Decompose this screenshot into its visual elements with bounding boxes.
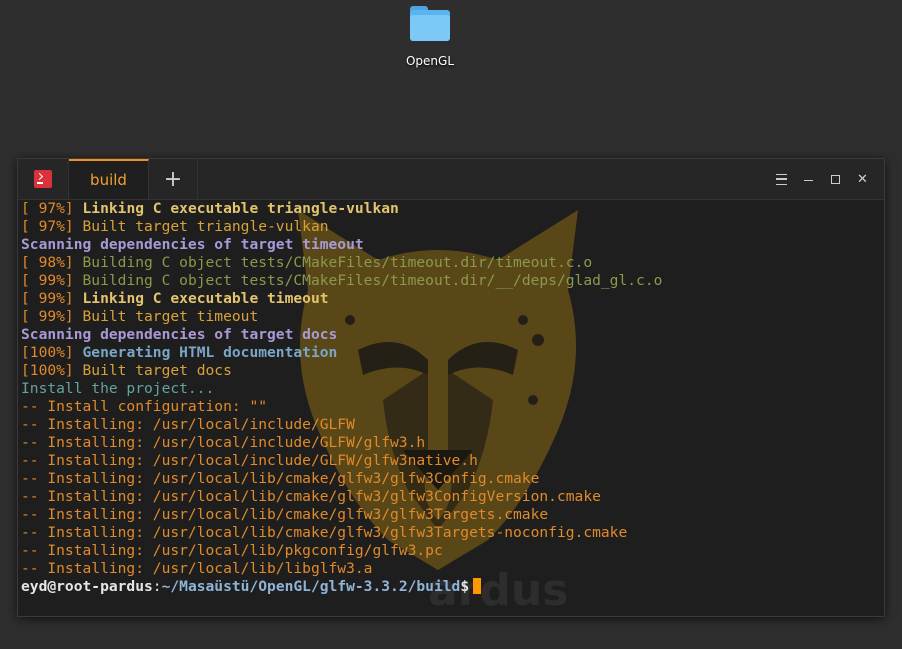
minimize-icon [804,179,813,182]
line-text: -- Installing: /usr/local/include/GLFW/g… [21,452,478,469]
progress-prefix: [ 99%] [21,290,83,307]
terminal-line: -- Installing: /usr/local/lib/cmake/glfw… [21,524,884,542]
line-text: -- Installing: /usr/local/lib/cmake/glfw… [21,488,601,505]
desktop-folder-opengl[interactable]: OpenGL [398,4,462,68]
add-tab-icon: + [163,166,183,192]
line-text: -- Installing: /usr/local/lib/cmake/glfw… [21,524,628,541]
terminal-line: -- Installing: /usr/local/lib/libglfw3.a [21,560,884,578]
prompt-line[interactable]: eyd@root-pardus:~/Masaüstü/OpenGL/glfw-3… [21,578,884,596]
terminal-line: [ 97%] Linking C executable triangle-vul… [21,200,884,218]
terminal-line: [ 99%] Built target timeout [21,308,884,326]
line-text: -- Installing: /usr/local/include/GLFW [21,416,355,433]
close-button[interactable]: ✕ [849,159,876,199]
terminal-line: -- Installing: /usr/local/lib/cmake/glfw… [21,470,884,488]
line-text: Linking C executable triangle-vulkan [82,200,399,217]
terminal-line: [ 97%] Built target triangle-vulkan [21,218,884,236]
minimize-button[interactable] [795,159,822,199]
progress-prefix: [ 97%] [21,218,83,235]
line-text: Scanning dependencies of target timeout [21,236,364,253]
line-text: Building C object tests/CMakeFiles/timeo… [82,272,663,289]
line-text: Built target timeout [82,308,259,325]
terminal-line: [100%] Built target docs [21,362,884,380]
terminal-line: -- Installing: /usr/local/include/GLFW/g… [21,452,884,470]
line-text: Building C object tests/CMakeFiles/timeo… [82,254,593,271]
add-tab-button[interactable]: + [149,159,198,199]
terminal-line: -- Install configuration: "" [21,398,884,416]
line-text: Scanning dependencies of target docs [21,326,338,343]
menu-icon [776,173,787,185]
prompt-separator: : [152,578,162,595]
progress-prefix: [ 97%] [21,200,83,217]
close-icon: ✕ [857,171,868,187]
terminal-line: [ 99%] Building C object tests/CMakeFile… [21,272,884,290]
line-text: -- Installing: /usr/local/lib/libglfw3.a [21,560,373,577]
progress-prefix: [ 99%] [21,272,83,289]
terminal-line: -- Installing: /usr/local/lib/pkgconfig/… [21,542,884,560]
menu-button[interactable] [768,159,795,199]
line-text: -- Installing: /usr/local/lib/cmake/glfw… [21,470,540,487]
line-text: Generating HTML documentation [82,344,338,361]
terminal-line: [100%] Generating HTML documentation [21,344,884,362]
terminal-line: -- Installing: /usr/local/include/GLFW/g… [21,434,884,452]
maximize-icon [831,174,840,184]
terminal-output: [ 97%] Linking C executable triangle-vul… [21,200,884,596]
terminal-app-button[interactable] [18,159,69,199]
title-bar: build + ✕ [18,159,884,200]
progress-prefix: [100%] [21,362,83,379]
progress-prefix: [ 98%] [21,254,83,271]
terminal-line: [ 99%] Linking C executable timeout [21,290,884,308]
progress-prefix: [100%] [21,344,83,361]
progress-prefix: [ 99%] [21,308,83,325]
terminal-line: Scanning dependencies of target docs [21,326,884,344]
line-text: Install the project... [21,380,215,397]
terminal-output-area[interactable]: ardus [ 97%] Linking C executable triang… [18,200,884,616]
prompt-symbol: $ [460,578,470,595]
terminal-app-icon [34,170,52,188]
line-text: -- Installing: /usr/local/include/GLFW/g… [21,434,426,451]
terminal-window: build + ✕ ardus [97%] Linking C executa… [17,158,885,617]
terminal-line: -- Installing: /usr/local/include/GLFW [21,416,884,434]
text-cursor [473,578,482,594]
terminal-line: -- Installing: /usr/local/lib/cmake/glfw… [21,488,884,506]
line-text: -- Installing: /usr/local/lib/cmake/glfw… [21,506,549,523]
line-text: Built target triangle-vulkan [82,218,329,235]
line-text: -- Install configuration: "" [21,398,268,415]
tab-build[interactable]: build [69,159,149,199]
prompt-user-host: eyd@root-pardus [21,578,153,595]
line-text: -- Installing: /usr/local/lib/pkgconfig/… [21,542,443,559]
window-controls: ✕ [768,159,884,199]
terminal-line: -- Installing: /usr/local/lib/cmake/glfw… [21,506,884,524]
terminal-line: Scanning dependencies of target timeout [21,236,884,254]
line-text: Linking C executable timeout [82,290,329,307]
line-text: Built target docs [82,362,232,379]
prompt-path: ~/Masaüstü/OpenGL/glfw-3.3.2/build [161,578,461,595]
folder-icon [408,4,452,44]
terminal-line: [ 98%] Building C object tests/CMakeFile… [21,254,884,272]
terminal-line: Install the project... [21,380,884,398]
desktop-folder-label: OpenGL [405,54,455,68]
maximize-button[interactable] [822,159,849,199]
